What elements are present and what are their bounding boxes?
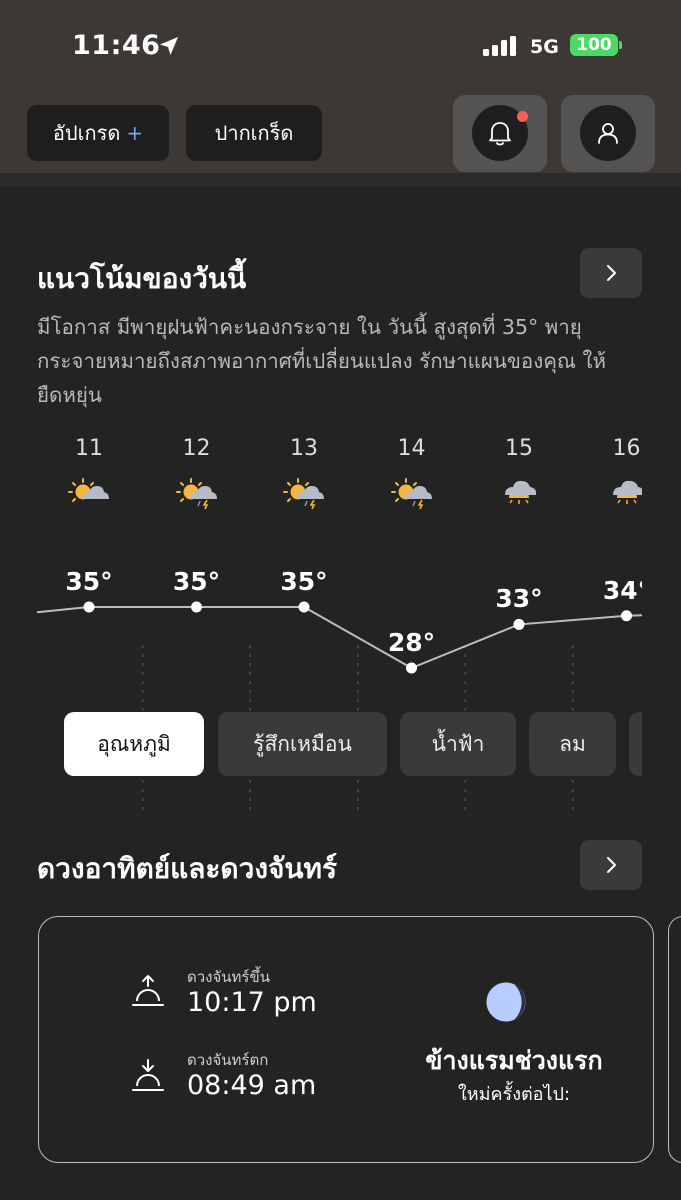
moonset-icon [132, 1059, 164, 1091]
chevron-right-icon [607, 265, 616, 281]
trend-description: มีโอกาส มีพายุฝนฟ้าคะนองกระจาย ใน วันนี้… [37, 315, 606, 407]
sun-moon-more-button[interactable] [580, 840, 642, 890]
trend-more-button[interactable] [580, 248, 642, 298]
sun-thunderstorm-icon [388, 468, 436, 520]
cloud-sun-drizzle-icon [495, 468, 543, 520]
partly-cloudy-sun-icon [65, 468, 113, 520]
temperature-point [83, 601, 95, 613]
temperature-label: 34° [602, 575, 642, 605]
sun-thunderstorm-icon [173, 468, 221, 520]
notification-badge [517, 111, 528, 122]
location-button[interactable]: ปากเกร็ด [186, 105, 322, 161]
profile-button[interactable] [561, 95, 655, 172]
moonrise-icon [132, 975, 164, 1006]
cellular-signal-icon [483, 36, 516, 56]
network-type: 5G [530, 36, 559, 58]
location-arrow-icon [160, 37, 178, 55]
plus-icon: + [126, 121, 144, 145]
status-time: 11:46 [72, 30, 161, 61]
sun-moon-title: ดวงอาทิตย์และดวงจันทร์ [37, 852, 338, 885]
temperature-label: 33° [495, 584, 543, 614]
upgrade-label: อัปเกรด [52, 121, 121, 145]
tab-feels-like[interactable]: รู้สึกเหมือน [218, 712, 387, 776]
temperature-point [621, 610, 632, 622]
tab-more[interactable] [629, 712, 642, 776]
hour-label: 16 [612, 436, 641, 461]
status-bar: 11:46 5G 100 [0, 0, 681, 95]
temperature-point [298, 601, 310, 613]
next-new-moon-label: ใหม่ครั้งต่อไป: [457, 1084, 571, 1105]
profile-circle [580, 105, 636, 161]
temperature-point [406, 662, 417, 674]
moon-phase-name: ข้างแรมช่วงแรก [425, 1046, 603, 1075]
temperature-label: 35° [280, 567, 328, 596]
metric-tabs: อุณหภูมิ รู้สึกเหมือน น้ำฟ้า ลม [37, 712, 642, 776]
moonrise-time: 10:17 pm [187, 987, 317, 1018]
sun-thunderstorm-icon [280, 468, 328, 520]
temperature-point [513, 618, 525, 630]
cloud-sun-drizzle-icon [603, 468, 642, 520]
temperature-point [191, 601, 202, 613]
next-card-peek[interactable] [668, 916, 681, 1163]
top-nav: อัปเกรด + ปากเกร็ด [0, 95, 681, 173]
waning-gibbous-moon-icon [485, 981, 527, 1023]
hour-label: 12 [182, 436, 211, 461]
user-icon [598, 123, 618, 144]
tab-precipitation[interactable]: น้ำฟ้า [400, 712, 516, 776]
hour-label: 15 [505, 436, 533, 461]
moonset-time: 08:49 am [187, 1070, 317, 1101]
hour-label: 14 [397, 436, 426, 461]
temperature-label: 28° [387, 628, 436, 657]
tab-temperature[interactable]: อุณหภูมิ [64, 712, 204, 776]
trend-title: แนวโน้มของวันนี้ [37, 262, 247, 295]
moonrise-label: ดวงจันทร์ขึ้น [187, 968, 270, 986]
battery-tip [619, 41, 622, 49]
moonset-label: ดวงจันทร์ตก [187, 1051, 269, 1069]
hour-label: 13 [290, 436, 318, 461]
temperature-line [37, 606, 642, 670]
upgrade-button[interactable]: อัปเกรด + [27, 105, 169, 161]
hour-label: 11 [75, 436, 103, 461]
temperature-label: 35° [172, 567, 221, 596]
temperature-label: 35° [65, 567, 113, 596]
moon-card[interactable]: ดวงจันทร์ขึ้น 10:17 pm ดวงจันทร์ตก 08:49… [38, 916, 654, 1163]
battery-indicator: 100 [570, 34, 618, 56]
chevron-right-icon [607, 857, 616, 873]
notifications-button[interactable] [453, 95, 547, 172]
tab-wind[interactable]: ลม [529, 712, 616, 776]
header-divider [0, 173, 681, 187]
